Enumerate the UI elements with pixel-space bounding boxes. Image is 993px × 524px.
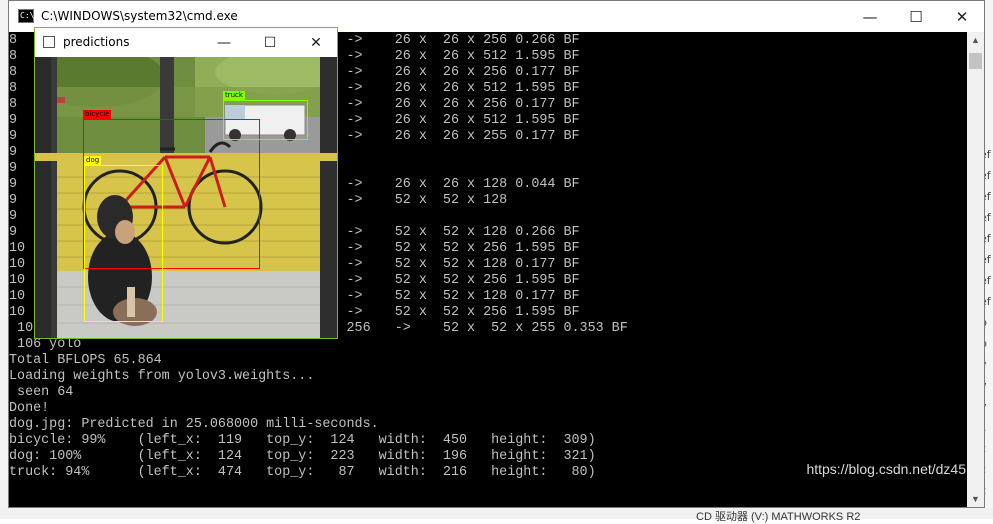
truck-label: truck <box>223 91 245 100</box>
scroll-down-icon[interactable]: ▼ <box>971 494 980 504</box>
truck-bounding-box: truck <box>223 91 308 140</box>
scroll-up-icon[interactable]: ▲ <box>971 35 980 45</box>
console-icon: C:\ <box>18 9 34 23</box>
close-button[interactable]: ✕ <box>939 1 985 32</box>
console-line: dog: 100% (left_x: 124 top_y: 223 width:… <box>9 449 596 464</box>
window-icon <box>43 36 55 48</box>
console-line: 9 <box>9 209 18 224</box>
minimize-icon: — <box>217 34 231 51</box>
taskbar-drive-label[interactable]: CD 驱动器 (V:) MATHWORKS R2 <box>696 508 860 524</box>
console-line: Done! <box>9 401 50 416</box>
console-line: 106 yolo <box>9 337 82 352</box>
console-line: seen 64 <box>9 385 74 400</box>
console-line: 9 <box>9 145 18 160</box>
predictions-close-button[interactable]: ✕ <box>299 28 333 57</box>
scrollbar-thumb[interactable] <box>969 53 982 69</box>
predictions-maximize-button[interactable]: ☐ <box>253 28 287 57</box>
background-taskbar-strip: CD 驱动器 (V:) MATHWORKS R2 <box>0 508 993 523</box>
cmd-window-title: C:\WINDOWS\system32\cmd.exe <box>41 9 238 23</box>
console-line: Total BFLOPS 65.864 <box>9 353 162 368</box>
console-line: Loading weights from yolov3.weights... <box>9 369 315 384</box>
background-window-left-edge <box>0 0 8 519</box>
vertical-scrollbar[interactable]: ▲ ▼ <box>967 32 984 507</box>
close-icon: ✕ <box>955 7 969 26</box>
predictions-window-title: predictions <box>63 35 130 49</box>
predictions-window[interactable]: predictions — ☐ ✕ bicycle truck dog <box>34 27 338 339</box>
maximize-icon: ☐ <box>909 7 923 26</box>
maximize-icon: ☐ <box>263 34 277 51</box>
predictions-minimize-button[interactable]: — <box>207 28 241 57</box>
minimize-icon: — <box>862 7 878 26</box>
bicycle-label: bicycle <box>83 110 112 119</box>
minimize-button[interactable]: — <box>847 1 893 32</box>
maximize-button[interactable]: ☐ <box>893 1 939 32</box>
detection-image: bicycle truck dog <box>35 57 337 338</box>
csdn-watermark: https://blog.csdn.net/dz45 <box>806 461 966 477</box>
console-line: truck: 94% (left_x: 474 top_y: 87 width:… <box>9 465 596 480</box>
close-icon: ✕ <box>310 34 322 51</box>
dog-label: dog <box>84 156 102 165</box>
console-line: dog.jpg: Predicted in 25.068000 milli-se… <box>9 417 379 432</box>
predictions-title-bar[interactable]: predictions — ☐ ✕ <box>35 28 337 57</box>
console-line: 9 <box>9 161 18 176</box>
console-line: bicycle: 99% (left_x: 119 top_y: 124 wid… <box>9 433 596 448</box>
dog-bounding-box: dog <box>84 156 163 322</box>
